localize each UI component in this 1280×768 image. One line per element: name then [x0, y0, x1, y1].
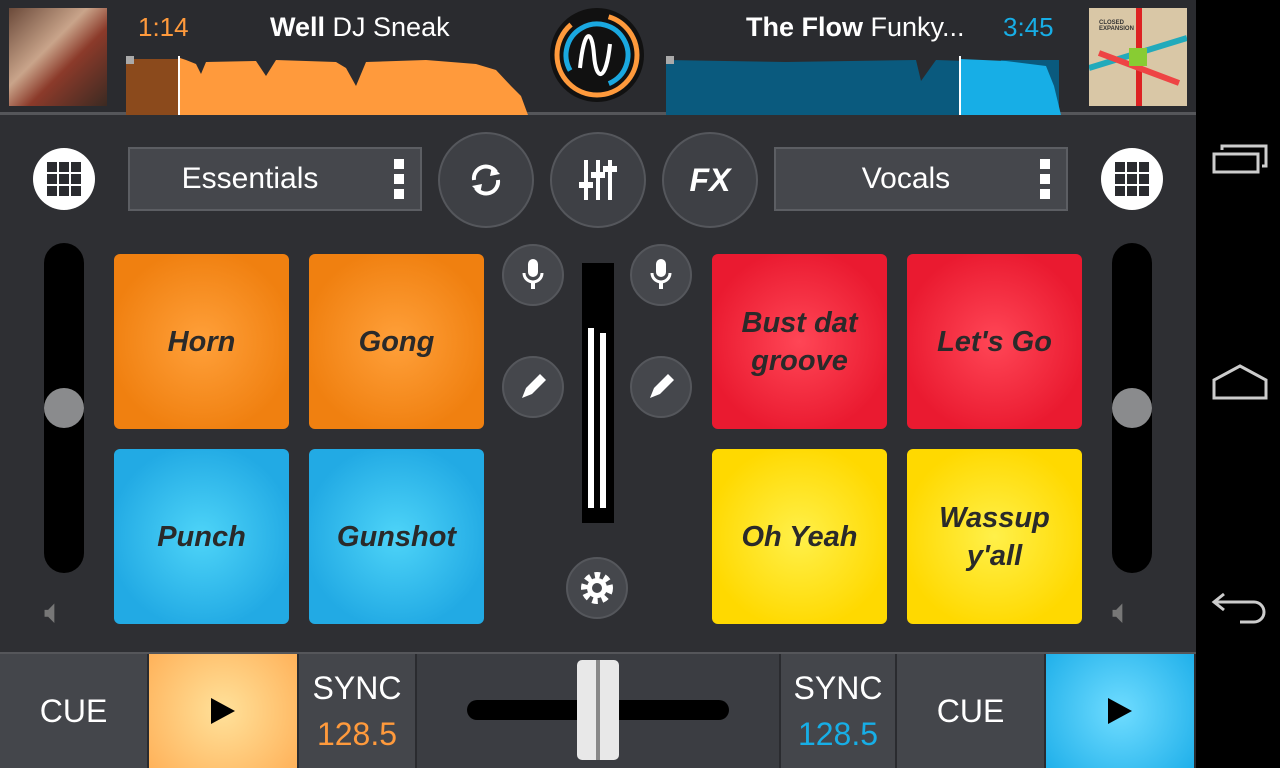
left-sampler-grid-button[interactable] [33, 148, 95, 210]
left-title: Well [270, 12, 326, 42]
right-sync-button[interactable]: SYNC 128.5 [779, 654, 897, 768]
sample-pad[interactable]: Punch [114, 449, 289, 624]
left-artist: DJ Sneak [332, 12, 450, 42]
right-play-button[interactable] [1046, 654, 1196, 768]
level-meter [582, 263, 614, 523]
right-mic-button[interactable] [630, 244, 692, 306]
sample-pad[interactable]: Gong [309, 254, 484, 429]
sync-loop-button[interactable] [438, 132, 534, 228]
crossfader-center-line [596, 660, 600, 760]
pencil-icon [650, 374, 674, 398]
left-album-art[interactable] [9, 8, 107, 106]
left-bank-label: Essentials [181, 162, 319, 195]
left-volume-knob[interactable] [44, 388, 84, 428]
pencil-icon [522, 374, 546, 398]
right-track-title: The Flow Funky... [746, 12, 965, 43]
back-icon[interactable] [1210, 588, 1270, 628]
left-mic-button[interactable] [502, 244, 564, 306]
left-cue-button[interactable]: CUE [0, 654, 149, 768]
sample-pad[interactable]: Bust dat groove [712, 254, 887, 429]
right-title: The Flow [746, 12, 863, 42]
app-logo-button[interactable] [550, 8, 644, 102]
fx-button[interactable]: FX [662, 132, 758, 228]
crossfader-handle[interactable] [577, 660, 619, 760]
left-bpm: 128.5 [316, 716, 398, 752]
sample-pad[interactable]: Oh Yeah [712, 449, 887, 624]
speaker-icon: 🔈︎ [44, 592, 65, 632]
grid-icon [1115, 162, 1149, 196]
more-vert-icon [1040, 159, 1050, 204]
settings-button[interactable] [566, 557, 628, 619]
microphone-icon [522, 259, 544, 289]
right-sampler-grid-button[interactable] [1101, 148, 1163, 210]
right-sampler-bank-select[interactable]: Vocals [774, 147, 1068, 211]
sample-pad[interactable]: Horn [114, 254, 289, 429]
right-album-art[interactable]: CLOSED EXPANSION [1089, 8, 1187, 106]
left-time: 1:14 [138, 12, 189, 42]
right-waveform[interactable] [666, 56, 1061, 115]
refresh-icon [471, 164, 501, 196]
right-sync-label: SYNC [793, 670, 883, 706]
album-art-text: CLOSED EXPANSION [1099, 20, 1134, 32]
gear-icon [581, 572, 613, 604]
left-track-title: Well DJ Sneak [270, 12, 450, 43]
right-volume-slider[interactable] [1112, 243, 1152, 573]
right-bank-label: Vocals [861, 162, 951, 195]
play-icon [1108, 698, 1132, 724]
right-time: 3:45 [1003, 12, 1054, 42]
waveform-logo-icon [554, 12, 640, 98]
recent-apps-icon[interactable] [1212, 140, 1268, 180]
mixer-button[interactable] [550, 132, 646, 228]
right-volume-knob[interactable] [1112, 388, 1152, 428]
left-volume-slider[interactable] [44, 243, 84, 573]
right-bpm: 128.5 [797, 716, 879, 752]
left-edit-button[interactable] [502, 356, 564, 418]
right-edit-button[interactable] [630, 356, 692, 418]
speaker-icon: 🔈︎ [1112, 592, 1133, 632]
right-level-bar [600, 333, 606, 508]
right-cue-button[interactable]: CUE [897, 654, 1046, 768]
dj-app: 1:14 Well DJ Sneak The Flow Funky... 3:4… [0, 0, 1196, 768]
android-nav-bar [1196, 0, 1280, 768]
play-icon [211, 698, 235, 724]
mixer-sliders-icon [579, 160, 617, 200]
sample-pad[interactable]: Gunshot [309, 449, 484, 624]
grid-icon [47, 162, 81, 196]
microphone-icon [650, 259, 672, 289]
left-sampler-bank-select[interactable]: Essentials [128, 147, 422, 211]
left-sync-label: SYNC [312, 670, 402, 706]
left-level-bar [588, 328, 594, 508]
right-artist: Funky... [870, 12, 965, 42]
sample-pad[interactable]: Wassup y'all [907, 449, 1082, 624]
home-icon[interactable] [1212, 362, 1268, 402]
sample-pad[interactable]: Let's Go [907, 254, 1082, 429]
left-sync-button[interactable]: SYNC 128.5 [299, 654, 417, 768]
left-waveform[interactable] [126, 56, 530, 115]
left-play-button[interactable] [149, 654, 299, 768]
more-vert-icon [394, 159, 404, 204]
top-bar: 1:14 Well DJ Sneak The Flow Funky... 3:4… [0, 0, 1196, 115]
